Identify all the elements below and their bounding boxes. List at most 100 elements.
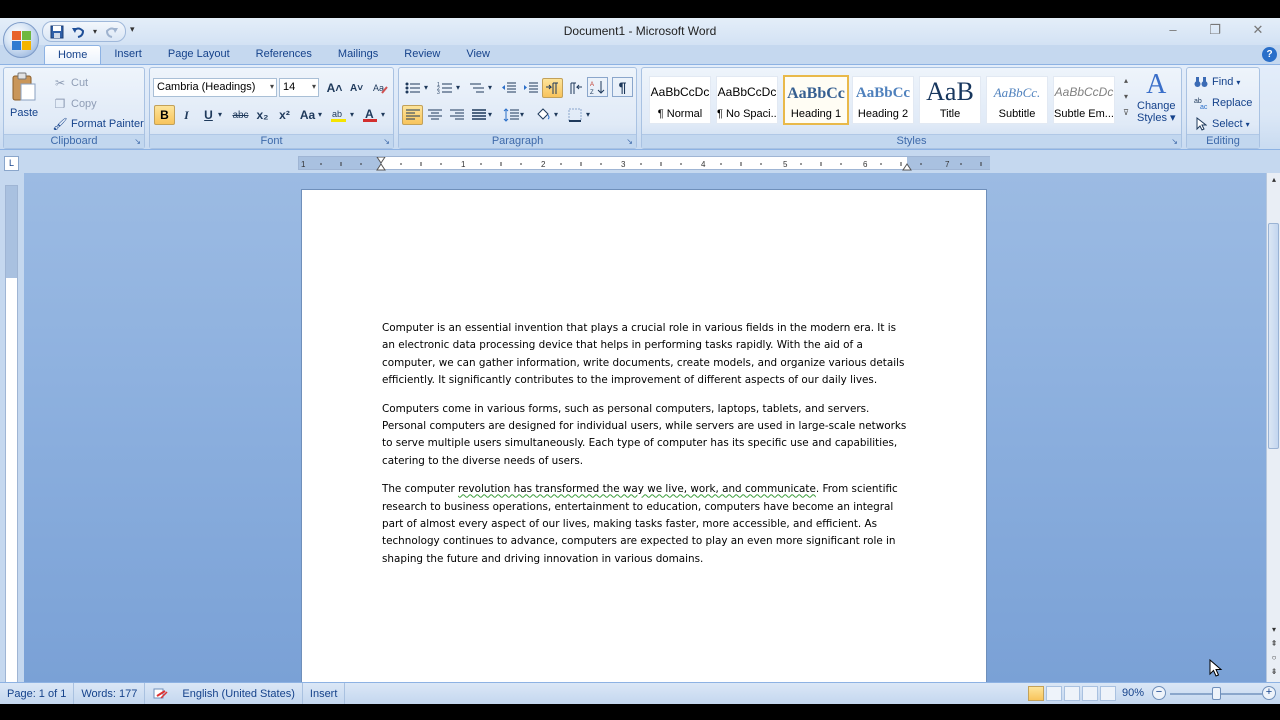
document-body[interactable]: Computer is an essential invention that …	[382, 320, 912, 579]
grammar-flagged-text[interactable]: revolution has transformed the way we li…	[458, 483, 816, 495]
sort-icon[interactable]: AZ	[587, 77, 608, 97]
outline-icon[interactable]	[1082, 686, 1098, 701]
underline-button[interactable]: U	[198, 105, 219, 125]
scrollbar-thumb[interactable]	[1268, 223, 1279, 449]
justify-dropdown-icon[interactable]: ▾	[488, 110, 492, 119]
next-page-icon[interactable]: ⇟	[1267, 667, 1280, 676]
grow-font-button[interactable]: A˄	[324, 78, 345, 98]
scroll-up-icon[interactable]: ▴	[1267, 175, 1280, 184]
zoom-level[interactable]: 90%	[1122, 687, 1144, 699]
browse-object-icon[interactable]: ○	[1267, 653, 1280, 662]
increase-indent-icon[interactable]	[520, 78, 541, 98]
italic-button[interactable]: I	[176, 105, 197, 125]
superscript-button[interactable]: x²	[274, 105, 295, 125]
underline-dropdown-icon[interactable]: ▾	[218, 110, 222, 119]
styles-gallery-scroll[interactable]: ▴ ▾ ⊽	[1120, 76, 1132, 124]
word-count[interactable]: Words: 177	[74, 682, 146, 704]
style-normal[interactable]: AaBbCcDc ¶ Normal	[649, 76, 711, 124]
borders-dropdown-icon[interactable]: ▾	[586, 110, 590, 119]
line-spacing-icon[interactable]	[500, 105, 521, 125]
tab-selector[interactable]: L	[4, 156, 19, 171]
justify-icon[interactable]	[468, 105, 489, 125]
style-subtitle[interactable]: AaBbCc. Subtitle	[986, 76, 1048, 124]
document-page[interactable]: Computer is an essential invention that …	[301, 189, 987, 682]
style-title[interactable]: AaB Title	[919, 76, 981, 124]
select-button[interactable]: Select ▾	[1193, 116, 1250, 132]
tab-references[interactable]: References	[243, 45, 325, 65]
tab-view[interactable]: View	[453, 45, 503, 65]
style-heading-2[interactable]: AaBbCc Heading 2	[852, 76, 914, 124]
multilevel-list-icon[interactable]	[466, 78, 487, 98]
help-icon[interactable]: ?	[1262, 47, 1277, 62]
zoom-out-button[interactable]: −	[1152, 686, 1166, 700]
cut-button[interactable]: ✂ Cut	[52, 75, 88, 91]
zoom-in-button[interactable]: +	[1262, 686, 1276, 700]
bullets-dropdown-icon[interactable]: ▾	[424, 83, 428, 92]
tab-home[interactable]: Home	[44, 45, 102, 65]
paragraph-launcher-icon[interactable]: ↘	[626, 137, 633, 146]
language[interactable]: English (United States)	[175, 682, 303, 704]
print-layout-icon[interactable]	[1028, 686, 1044, 701]
borders-icon[interactable]	[564, 105, 585, 125]
format-painter-button[interactable]: 🖌 Format Painter	[52, 116, 143, 132]
horizontal-ruler[interactable]: 1 1 2 3 4 5 6 7	[298, 156, 990, 171]
scroll-down-icon[interactable]: ▾	[1120, 92, 1132, 108]
tab-mailings[interactable]: Mailings	[325, 45, 391, 65]
change-case-button[interactable]: Aa	[297, 105, 318, 125]
paragraph-3[interactable]: The computer revolution has transformed …	[382, 481, 912, 568]
font-name-combo[interactable]: Cambria (Headings) ▾	[153, 78, 277, 97]
scroll-up-icon[interactable]: ▴	[1120, 76, 1132, 92]
clear-formatting-icon[interactable]: Aa	[369, 78, 390, 98]
previous-page-icon[interactable]: ⇞	[1267, 639, 1280, 648]
line-spacing-dropdown-icon[interactable]: ▾	[520, 110, 524, 119]
shading-dropdown-icon[interactable]: ▾	[554, 110, 558, 119]
minimize-button[interactable]: –	[1158, 22, 1188, 40]
copy-button[interactable]: ❐ Copy	[52, 96, 97, 112]
style-subtle-emphasis[interactable]: AaBbCcDc Subtle Em...	[1053, 76, 1115, 124]
office-button[interactable]	[3, 22, 39, 58]
bullets-icon[interactable]	[402, 78, 423, 98]
font-launcher-icon[interactable]: ↘	[383, 137, 390, 146]
find-button[interactable]: Find ▾	[1193, 74, 1240, 90]
highlight-button[interactable]: ab	[328, 105, 349, 125]
tab-insert[interactable]: Insert	[101, 45, 155, 65]
draft-icon[interactable]	[1100, 686, 1116, 701]
zoom-slider-thumb[interactable]	[1211, 687, 1221, 700]
tab-review[interactable]: Review	[391, 45, 453, 65]
tab-page-layout[interactable]: Page Layout	[155, 45, 243, 65]
decrease-indent-icon[interactable]	[498, 78, 519, 98]
bold-button[interactable]: B	[154, 105, 175, 125]
close-button[interactable]: ✕	[1243, 22, 1273, 40]
paste-button[interactable]: Paste	[10, 72, 38, 119]
numbering-dropdown-icon[interactable]: ▾	[456, 83, 460, 92]
more-icon[interactable]: ⊽	[1120, 108, 1132, 124]
align-center-icon[interactable]	[424, 105, 445, 125]
scroll-down-icon[interactable]: ▾	[1267, 625, 1280, 634]
show-formatting-marks-button[interactable]: ¶	[612, 77, 633, 97]
styles-launcher-icon[interactable]: ↘	[1171, 137, 1178, 146]
web-layout-icon[interactable]	[1064, 686, 1080, 701]
change-case-dropdown-icon[interactable]: ▾	[318, 110, 322, 119]
paragraph-1[interactable]: Computer is an essential invention that …	[382, 320, 912, 390]
insert-mode[interactable]: Insert	[303, 682, 346, 704]
align-left-icon[interactable]	[402, 105, 423, 125]
paragraph-2[interactable]: Computers come in various forms, such as…	[382, 401, 912, 471]
strikethrough-button[interactable]: abc	[230, 105, 251, 125]
multilevel-dropdown-icon[interactable]: ▾	[488, 83, 492, 92]
page-count[interactable]: Page: 1 of 1	[0, 682, 75, 704]
shading-icon[interactable]	[532, 105, 553, 125]
shrink-font-button[interactable]: A˅	[346, 78, 367, 98]
maximize-button[interactable]: ❐	[1200, 22, 1230, 40]
ltr-text-icon[interactable]	[542, 78, 563, 98]
full-screen-reading-icon[interactable]	[1046, 686, 1062, 701]
proofing-icon[interactable]	[145, 683, 175, 705]
font-size-combo[interactable]: 14 ▾	[279, 78, 319, 97]
rtl-text-icon[interactable]	[564, 78, 585, 98]
change-styles-button[interactable]: A Change Styles ▾	[1137, 70, 1176, 125]
align-right-icon[interactable]	[446, 105, 467, 125]
clipboard-launcher-icon[interactable]: ↘	[134, 137, 141, 146]
vertical-scrollbar[interactable]: ▴ ▾ ⇞ ○ ⇟	[1266, 173, 1280, 682]
font-color-dropdown-icon[interactable]: ▾	[381, 110, 385, 119]
numbering-icon[interactable]: 123	[434, 78, 455, 98]
font-color-button[interactable]: A	[359, 105, 380, 125]
